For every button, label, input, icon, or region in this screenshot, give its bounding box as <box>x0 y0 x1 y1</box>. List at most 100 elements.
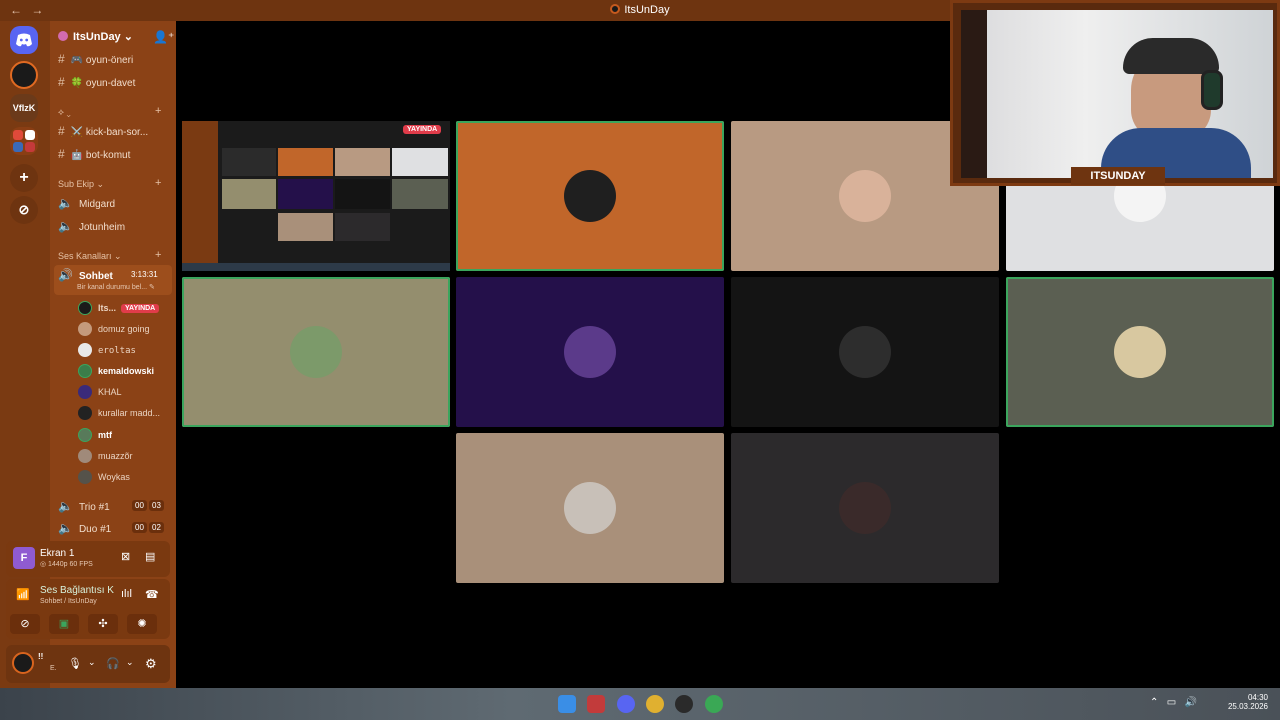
chevron-down-icon[interactable]: ⌄ <box>88 657 96 668</box>
invite-user-icon[interactable]: 👤⁺ <box>153 30 174 44</box>
user-panel: !! E. 🎙 ⌄ 🎧 ⌄ ⚙ <box>6 645 170 683</box>
voice-channel-jotunheim[interactable]: 🔈 Jotunheim <box>58 219 125 233</box>
discord-home-icon[interactable] <box>10 26 38 54</box>
server-vfzk-icon[interactable]: VfIzK <box>10 94 38 122</box>
category-ses-kanallari[interactable]: Ses Kanalları ⌄ <box>58 251 122 262</box>
settings-gear-icon[interactable]: ⚙ <box>145 656 157 672</box>
participant-tile[interactable] <box>1006 277 1274 427</box>
participant-avatar <box>1114 326 1166 378</box>
participant-tile[interactable] <box>731 433 999 583</box>
user-avatar <box>78 470 92 484</box>
activities-icon[interactable]: ✣ <box>88 614 118 634</box>
disconnect-icon[interactable]: ☎ <box>145 588 159 601</box>
explore-icon[interactable]: ⊘ <box>10 196 38 224</box>
user-avatar <box>78 364 92 378</box>
clock[interactable]: 04:30 25.03.2026 <box>1222 693 1268 711</box>
user-avatar <box>78 449 92 463</box>
webcam-label: ITSUNDAY <box>1071 167 1165 185</box>
voice-channel-midgard[interactable]: 🔈 Midgard <box>58 196 115 210</box>
add-channel-icon[interactable]: + <box>155 105 161 117</box>
headphones-icon[interactable]: 🎧 <box>106 657 120 670</box>
voice-user[interactable]: domuz going <box>78 322 150 336</box>
channel-label: oyun-davet <box>85 78 136 89</box>
add-channel-icon[interactable]: + <box>155 177 161 189</box>
participant-tile[interactable] <box>731 277 999 427</box>
channel-emoji: 🤖 <box>70 150 84 161</box>
noise-icon[interactable]: ılıl <box>121 588 132 600</box>
user-avatar <box>78 343 92 357</box>
voice-user[interactable]: Its... YAYINDA <box>78 301 160 315</box>
start-icon[interactable] <box>558 695 576 713</box>
add-channel-icon[interactable]: + <box>155 249 161 261</box>
server-name[interactable]: ItsUnDay ⌄ <box>58 30 133 43</box>
user-name: KHAL <box>98 387 122 397</box>
user-name: domuz going <box>98 324 150 334</box>
preview-tile <box>335 213 390 241</box>
discord-taskbar-icon[interactable] <box>617 695 635 713</box>
participant-tile[interactable] <box>456 433 724 583</box>
stream-avatar: F <box>13 547 35 569</box>
soundboard-icon[interactable]: ✺ <box>127 614 157 634</box>
stream-settings-icon[interactable]: ▤ <box>145 550 155 563</box>
preview-tile <box>392 179 448 209</box>
participant-avatar <box>839 170 891 222</box>
channel-bot-komut[interactable]: # 🤖 bot-komut <box>58 147 130 161</box>
participant-tile[interactable] <box>456 121 724 271</box>
stream-panel: F Ekran 1 ◎ 1440p 60 FPS ⊠ ▤ <box>6 541 170 577</box>
category-header[interactable]: ⟡ ⌄ <box>58 107 71 118</box>
signal-icon[interactable]: 📶 <box>16 588 30 601</box>
server-itsunday-icon[interactable] <box>10 61 38 89</box>
preview-tile <box>222 148 276 176</box>
clock-date: 25.03.2026 <box>1227 702 1268 711</box>
voice-channel-trio[interactable]: 🔈 Trio #1 <box>58 499 110 513</box>
user-avatar <box>78 385 92 399</box>
channel-oyun-davet[interactable]: # 🍀 oyun-davet <box>58 75 135 89</box>
chrome-icon-2[interactable] <box>705 695 723 713</box>
channel-emoji: 🍀 <box>70 78 84 89</box>
preview-tile <box>222 179 276 209</box>
chevron-down-icon[interactable]: ⌄ <box>126 657 134 668</box>
voice-user[interactable]: muazzõr <box>78 449 133 463</box>
stop-stream-icon[interactable]: ⊠ <box>121 550 130 563</box>
voice-user[interactable]: eroltas <box>78 343 136 357</box>
camera-off-icon[interactable]: ⊘ <box>10 614 40 634</box>
participant-tile[interactable] <box>182 277 450 427</box>
server-icon <box>58 31 68 41</box>
channel-kick-ban[interactable]: # ⚔️ kick-ban-sor... <box>58 124 148 138</box>
voice-user[interactable]: Woykas <box>78 470 130 484</box>
voice-user[interactable]: mtf <box>78 428 112 442</box>
user-avatar <box>78 301 92 315</box>
server-name-text: ItsUnDay ⌄ <box>73 31 133 43</box>
background-object <box>961 10 987 178</box>
preview-tile <box>335 148 390 176</box>
app-icon[interactable] <box>587 695 605 713</box>
voice-status[interactable]: Ses Bağlantısı K <box>40 585 114 596</box>
microphone-icon[interactable]: 🎙 <box>68 657 82 670</box>
speaker-icon: 🔈 <box>58 196 73 210</box>
hash-icon: # <box>58 124 65 138</box>
voice-user[interactable]: kurallar madd... <box>78 406 160 420</box>
preview-tile <box>278 148 333 176</box>
chrome-icon[interactable] <box>646 695 664 713</box>
user-name: eroltas <box>98 346 136 356</box>
add-server-icon[interactable]: + <box>10 164 38 192</box>
obs-icon[interactable] <box>675 695 693 713</box>
headset-icon <box>1201 70 1223 110</box>
screen-share-icon[interactable]: ▣ <box>49 614 79 634</box>
voice-user[interactable]: kemaldowski <box>78 364 154 378</box>
category-sub-ekip[interactable]: Sub Ekip ⌄ <box>58 179 104 190</box>
preview-tile <box>278 179 333 209</box>
server-folder-icon[interactable] <box>10 127 38 155</box>
tray-icons[interactable]: ⌃ ▭ 🔊 <box>1150 697 1197 708</box>
channel-label: Duo #1 <box>78 524 112 535</box>
voice-channel-duo[interactable]: 🔈 Duo #1 <box>58 521 111 535</box>
channel-oyun-oneri[interactable]: # 🎮 oyun-öneri <box>58 52 133 66</box>
voice-channel-sohbet[interactable]: 🔊 Sohbet <box>58 268 113 282</box>
channel-label: Midgard <box>78 199 116 210</box>
user-avatar[interactable] <box>12 652 34 674</box>
voice-user[interactable]: KHAL <box>78 385 122 399</box>
server-logo-icon <box>610 4 621 14</box>
channel-status[interactable]: Bir kanal durumu bel... ✎ <box>77 283 155 291</box>
screen-share-tile[interactable]: YAYINDA <box>182 121 450 271</box>
participant-tile[interactable] <box>456 277 724 427</box>
